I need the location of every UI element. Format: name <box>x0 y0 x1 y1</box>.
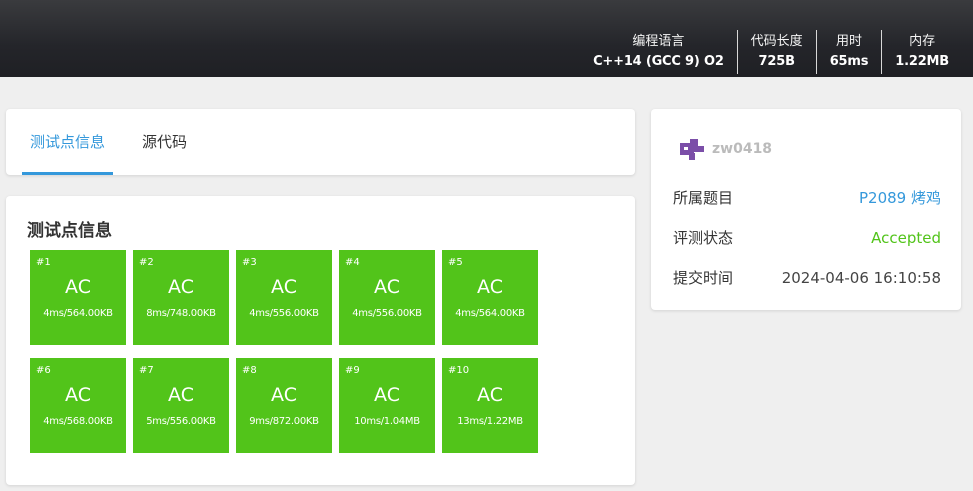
stat-value: 1.22MB <box>895 54 949 69</box>
case-id: #8 <box>242 365 257 376</box>
case-meta: 4ms/556.00KB <box>352 308 422 319</box>
case-id: #9 <box>345 365 360 376</box>
username[interactable]: zw0418 <box>712 141 772 157</box>
case-status: AC <box>271 384 297 406</box>
case-id: #1 <box>36 257 51 268</box>
case-status: AC <box>168 384 194 406</box>
test-case-tile[interactable]: #9 AC 10ms/1.04MB <box>339 358 435 453</box>
submit-time-value: 2024-04-06 16:10:58 <box>781 268 941 287</box>
purple-avatar-icon[interactable] <box>680 138 704 160</box>
case-status: AC <box>477 384 503 406</box>
case-status: AC <box>374 384 400 406</box>
case-meta: 4ms/568.00KB <box>43 416 113 427</box>
user-row[interactable]: zw0418 <box>680 138 772 160</box>
test-case-tile[interactable]: #5 AC 4ms/564.00KB <box>442 250 538 345</box>
info-label: 提交时间 <box>673 269 734 287</box>
info-label: 所属题目 <box>673 189 734 207</box>
stat-time: 用时 65ms <box>815 30 882 74</box>
stat-label: 代码长度 <box>750 34 803 49</box>
test-case-tile[interactable]: #3 AC 4ms/556.00KB <box>236 250 332 345</box>
status-value: Accepted <box>871 228 941 247</box>
case-meta: 10ms/1.04MB <box>354 416 420 427</box>
case-id: #6 <box>36 365 51 376</box>
case-status: AC <box>271 276 297 298</box>
case-status: AC <box>65 384 91 406</box>
case-status: AC <box>168 276 194 298</box>
stat-label: 编程语言 <box>632 34 685 49</box>
tab-source-code[interactable]: 源代码 <box>142 109 187 175</box>
case-id: #5 <box>448 257 463 268</box>
test-case-grid: #1 AC 4ms/564.00KB #2 AC 8ms/748.00KB #3… <box>30 250 538 453</box>
test-case-tile[interactable]: #8 AC 9ms/872.00KB <box>236 358 332 453</box>
case-meta: 9ms/872.00KB <box>249 416 319 427</box>
case-meta: 4ms/564.00KB <box>455 308 525 319</box>
test-case-tile[interactable]: #1 AC 4ms/564.00KB <box>30 250 126 345</box>
case-id: #3 <box>242 257 257 268</box>
stat-value: C++14 (GCC 9) O2 <box>593 54 724 69</box>
case-status: AC <box>477 276 503 298</box>
top-header: 编程语言 C++14 (GCC 9) O2 代码长度 725B 用时 65ms … <box>0 0 973 77</box>
case-id: #7 <box>139 365 154 376</box>
tab-test-info[interactable]: 测试点信息 <box>22 109 114 175</box>
case-status: AC <box>374 276 400 298</box>
test-case-tile[interactable]: #6 AC 4ms/568.00KB <box>30 358 126 453</box>
case-meta: 4ms/564.00KB <box>43 308 113 319</box>
case-id: #10 <box>448 365 470 376</box>
test-case-tile[interactable]: #7 AC 5ms/556.00KB <box>133 358 229 453</box>
stat-code-length: 代码长度 725B <box>736 30 816 74</box>
stat-memory: 内存 1.22MB <box>881 30 957 74</box>
case-meta: 8ms/748.00KB <box>146 308 216 319</box>
submission-info-card: zw0418 所属题目 P2089 烤鸡 评测状态 Accepted 提交时间 … <box>651 109 961 310</box>
case-id: #4 <box>345 257 360 268</box>
stat-language: 编程语言 C++14 (GCC 9) O2 <box>580 30 737 74</box>
stat-value: 725B <box>758 54 795 69</box>
tabs-card: 测试点信息 源代码 <box>6 109 635 175</box>
info-label: 评测状态 <box>673 229 734 247</box>
submission-stats: 编程语言 C++14 (GCC 9) O2 代码长度 725B 用时 65ms … <box>580 30 957 74</box>
info-row-problem: 所属题目 P2089 烤鸡 <box>673 187 941 208</box>
section-title: 测试点信息 <box>27 221 112 241</box>
case-meta: 4ms/556.00KB <box>249 308 319 319</box>
test-case-tile[interactable]: #10 AC 13ms/1.22MB <box>442 358 538 453</box>
info-row-status: 评测状态 Accepted <box>673 227 941 248</box>
case-status: AC <box>65 276 91 298</box>
stat-label: 用时 <box>835 34 862 49</box>
stat-value: 65ms <box>829 54 869 69</box>
problem-link[interactable]: P2089 烤鸡 <box>859 187 941 208</box>
stat-label: 内存 <box>909 34 936 49</box>
case-meta: 5ms/556.00KB <box>146 416 216 427</box>
test-cases-card: 测试点信息 #1 AC 4ms/564.00KB #2 AC 8ms/748.0… <box>6 196 635 485</box>
case-id: #2 <box>139 257 154 268</box>
test-case-tile[interactable]: #4 AC 4ms/556.00KB <box>339 250 435 345</box>
case-meta: 13ms/1.22MB <box>457 416 523 427</box>
test-case-tile[interactable]: #2 AC 8ms/748.00KB <box>133 250 229 345</box>
info-row-time: 提交时间 2024-04-06 16:10:58 <box>673 267 941 288</box>
